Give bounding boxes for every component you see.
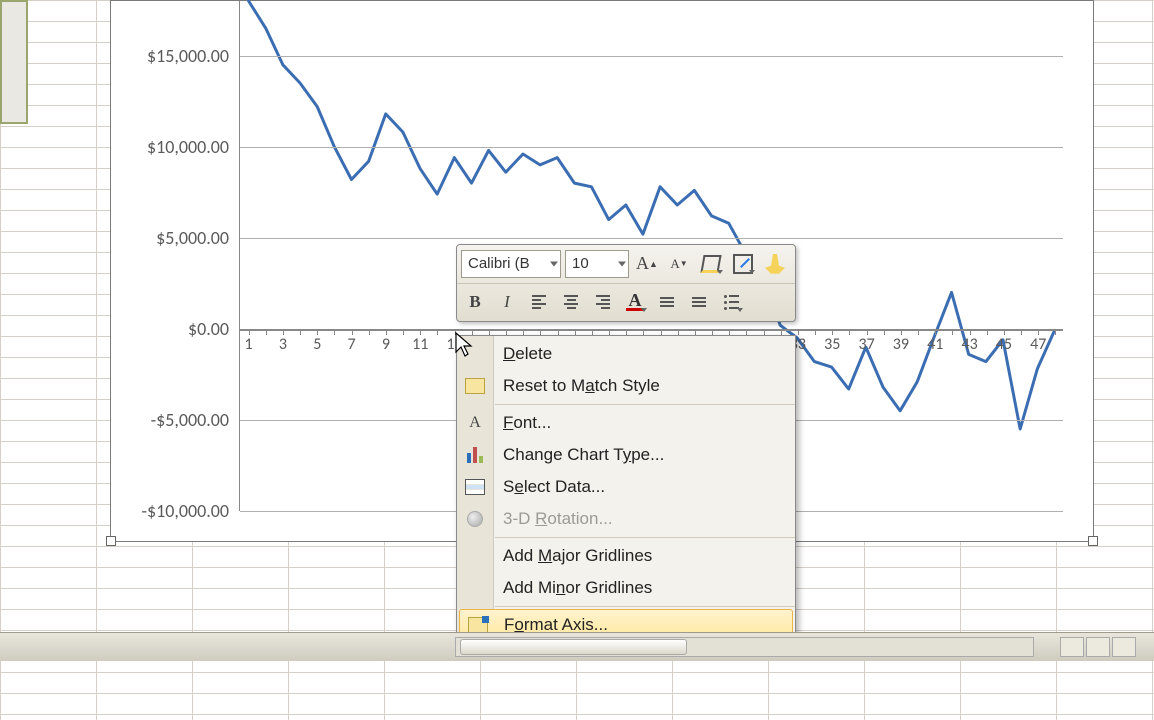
indent-icon	[692, 297, 706, 307]
y-tick-label: $10,000.00	[147, 136, 229, 158]
font-icon: A	[463, 411, 487, 435]
brush-icon	[765, 254, 785, 274]
x-tick-label: 39	[893, 335, 909, 354]
x-tick-label: 43	[961, 335, 977, 354]
y-tick-label: $15,000.00	[147, 45, 229, 67]
font-size-value: 10	[572, 255, 589, 272]
y-axis-labels: $15,000.00 $10,000.00 $5,000.00 $0.00 -$5,00…	[111, 1, 233, 511]
increase-indent-button[interactable]	[685, 288, 713, 316]
y-tick-label: -$10,000.00	[141, 500, 229, 522]
fill-color-button[interactable]	[697, 250, 725, 278]
x-tick-label: 5	[313, 335, 321, 354]
menu-reset-style[interactable]: Reset to Match Style	[457, 370, 795, 402]
align-center-button[interactable]	[557, 288, 585, 316]
reset-style-icon	[463, 374, 487, 398]
horizontal-scrollbar[interactable]	[455, 637, 1034, 657]
menu-separator	[495, 404, 795, 405]
chevron-down-icon	[550, 261, 558, 266]
shape-outline-button[interactable]	[729, 250, 757, 278]
menu-separator	[495, 537, 795, 538]
align-left-button[interactable]	[525, 288, 553, 316]
x-tick-label: 9	[382, 335, 390, 354]
font-name-value: Calibri (B	[468, 255, 530, 272]
x-tick-label: 11	[412, 335, 428, 354]
menu-delete[interactable]: Delete	[457, 338, 795, 370]
menu-add-minor-gridlines[interactable]: Add Minor Gridlines	[457, 572, 795, 604]
align-left-icon	[532, 295, 546, 309]
y-tick-label: $5,000.00	[156, 227, 229, 249]
align-right-button[interactable]	[589, 288, 617, 316]
outdent-icon	[660, 297, 674, 307]
menu-change-chart-type[interactable]: Change Chart Type...	[457, 439, 795, 471]
x-tick-label: 3	[279, 335, 287, 354]
menu-select-data[interactable]: Select Data...	[457, 471, 795, 503]
chevron-down-icon	[618, 261, 626, 266]
menu-separator	[495, 606, 795, 607]
chart-type-icon	[463, 443, 487, 467]
axis-context-menu[interactable]: Delete Reset to Match Style A Font... Ch…	[456, 335, 796, 644]
x-tick-label: 37	[858, 335, 874, 354]
format-painter-button[interactable]	[761, 250, 789, 278]
x-tick-label: 45	[996, 335, 1012, 354]
menu-add-major-gridlines[interactable]: Add Major Gridlines	[457, 540, 795, 572]
x-tick-label: 7	[348, 335, 356, 354]
bullets-button[interactable]	[717, 288, 745, 316]
font-size-combo[interactable]: 10	[565, 250, 629, 278]
x-tick-label: 1	[245, 335, 253, 354]
align-right-icon	[596, 295, 610, 309]
x-tick-label: 35	[824, 335, 840, 354]
increase-font-size-button[interactable]: A▲	[633, 250, 661, 278]
menu-3d-rotation: 3-D Rotation...	[457, 503, 795, 535]
y-tick-label: $0.00	[188, 318, 229, 340]
menu-font[interactable]: A Font...	[457, 407, 795, 439]
view-buttons[interactable]	[1060, 637, 1136, 657]
italic-button[interactable]: I	[493, 288, 521, 316]
y-tick-label: -$5,000.00	[151, 409, 229, 431]
decrease-font-size-button[interactable]: A▼	[665, 250, 693, 278]
font-name-combo[interactable]: Calibri (B	[461, 250, 561, 278]
x-tick-label: 47	[1030, 335, 1046, 354]
x-tick-label: 41	[927, 335, 943, 354]
scrollbar-thumb[interactable]	[460, 639, 687, 655]
resize-handle[interactable]	[106, 536, 116, 546]
mini-format-toolbar[interactable]: Calibri (B 10 A▲ A▼ B I A	[456, 244, 796, 322]
3d-rotation-icon	[463, 507, 487, 531]
align-center-icon	[564, 295, 578, 309]
resize-handle[interactable]	[1088, 536, 1098, 546]
status-bar	[0, 632, 1154, 661]
decrease-indent-button[interactable]	[653, 288, 681, 316]
select-data-icon	[463, 475, 487, 499]
font-color-button[interactable]: A	[621, 288, 649, 316]
bold-button[interactable]: B	[461, 288, 489, 316]
